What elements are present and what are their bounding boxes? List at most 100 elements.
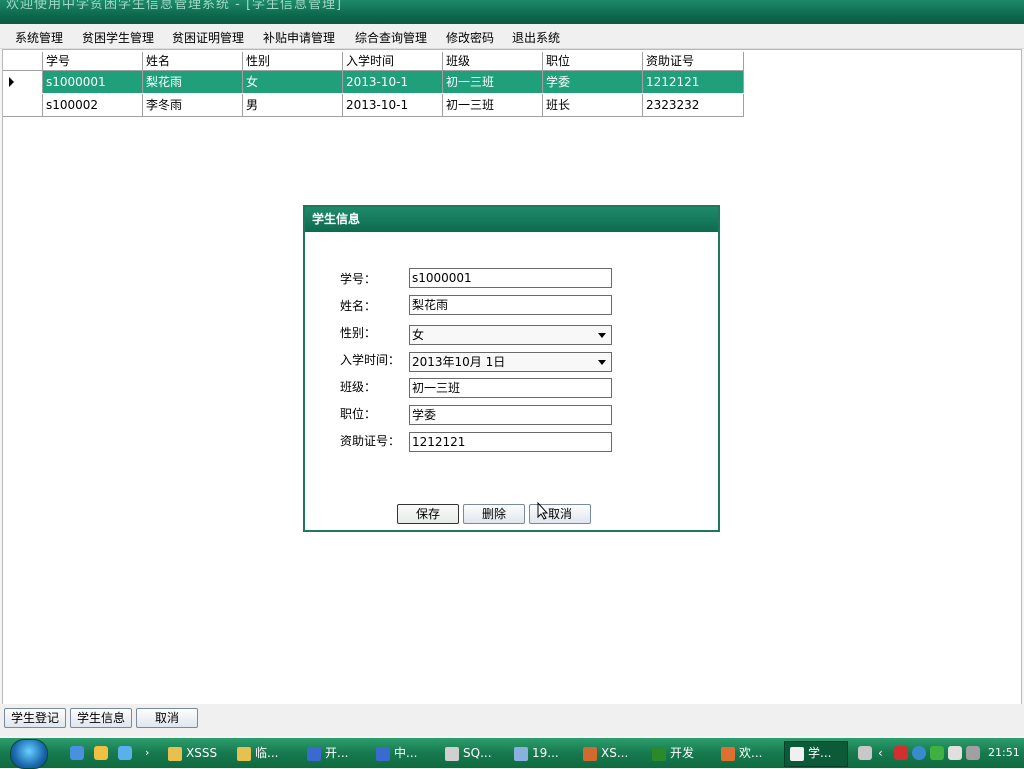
class-label: 班级： bbox=[340, 380, 377, 394]
taskbar-label: 19... bbox=[532, 746, 559, 760]
table-row[interactable]: s1000001 梨花雨 女 2013-10-1 初一三班 学委 1212121 bbox=[3, 71, 744, 93]
column-header[interactable]: 姓名 bbox=[143, 52, 243, 71]
table-cell[interactable]: 初一三班 bbox=[443, 71, 543, 93]
taskbar-item[interactable]: SQ... bbox=[445, 741, 492, 765]
column-header[interactable]: 职位 bbox=[543, 52, 643, 71]
app-icon bbox=[583, 746, 597, 761]
table-cell[interactable]: 2323232 bbox=[643, 94, 744, 116]
taskbar-item[interactable]: 欢... bbox=[721, 741, 762, 765]
menu-subsidy-application[interactable]: 补贴申请管理 bbox=[263, 29, 335, 46]
mouse-cursor-icon bbox=[537, 502, 549, 520]
menu-system[interactable]: 系统管理 bbox=[15, 29, 63, 46]
student-register-button[interactable]: 学生登记 bbox=[4, 708, 66, 728]
student-info-dialog: 学生信息 学号： s1000001 姓名： 梨花雨 性别： 女 入学时间： 20… bbox=[303, 205, 720, 532]
taskbar-label: SQ... bbox=[463, 746, 492, 760]
tree-icon bbox=[652, 746, 666, 761]
table-cell[interactable]: 班长 bbox=[543, 94, 643, 116]
tray-app-icon[interactable] bbox=[894, 746, 908, 760]
student-info-button[interactable]: 学生信息 bbox=[70, 708, 132, 728]
clock[interactable]: 21:51 bbox=[988, 741, 1020, 765]
menu-exit[interactable]: 退出系统 bbox=[512, 29, 560, 46]
gender-label: 性别： bbox=[340, 326, 377, 340]
table-cell[interactable]: 初一三班 bbox=[443, 94, 543, 116]
menu-query[interactable]: 综合查询管理 bbox=[355, 29, 427, 46]
window-app-icon bbox=[721, 746, 735, 761]
taskbar-item[interactable]: XSSS bbox=[168, 741, 217, 765]
student-id-label: 学号： bbox=[340, 272, 377, 286]
sql-icon bbox=[445, 746, 459, 761]
shield-icon[interactable] bbox=[930, 746, 944, 760]
quicklaunch-icon[interactable] bbox=[118, 746, 132, 760]
menu-poor-students[interactable]: 贫困学生管理 bbox=[82, 29, 154, 46]
table-cell[interactable]: 男 bbox=[243, 94, 343, 116]
save-button[interactable]: 保存 bbox=[397, 504, 459, 524]
taskbar-item[interactable]: XS... bbox=[583, 741, 628, 765]
taskbar-item[interactable]: 19... bbox=[514, 741, 559, 765]
word-icon bbox=[307, 746, 321, 761]
quicklaunch-expand-icon[interactable]: › bbox=[145, 741, 149, 765]
table-cell[interactable]: 2013-10-1 bbox=[343, 94, 443, 116]
table-cell[interactable]: 学委 bbox=[543, 71, 643, 93]
taskbar-item[interactable]: 开... bbox=[307, 741, 348, 765]
chevron-down-icon[interactable] bbox=[598, 333, 606, 338]
taskbar-item[interactable]: 中... bbox=[376, 741, 417, 765]
taskbar-label: 学... bbox=[808, 746, 832, 760]
table-cell[interactable]: s1000001 bbox=[43, 71, 143, 93]
word-icon bbox=[376, 746, 390, 761]
delete-button[interactable]: 删除 bbox=[463, 504, 525, 524]
menu-poverty-proof[interactable]: 贫困证明管理 bbox=[172, 29, 244, 46]
column-header[interactable]: 班级 bbox=[443, 52, 543, 71]
position-input[interactable]: 学委 bbox=[409, 405, 612, 425]
chevron-down-icon[interactable] bbox=[598, 360, 606, 365]
class-input[interactable]: 初一三班 bbox=[409, 378, 612, 398]
menu-change-password[interactable]: 修改密码 bbox=[446, 29, 494, 46]
tray-status-icon[interactable] bbox=[948, 746, 962, 760]
aid-number-label: 资助证号： bbox=[340, 434, 401, 448]
tray-expand-icon[interactable]: ‹ bbox=[878, 741, 883, 765]
window-titlebar: 欢迎使用中学贫困学生信息管理系统 - [学生信息管理] bbox=[0, 0, 1024, 24]
taskbar-label: 中... bbox=[394, 746, 418, 760]
row-selector[interactable] bbox=[3, 71, 43, 93]
enroll-date-label: 入学时间： bbox=[340, 353, 401, 367]
ie-icon[interactable] bbox=[70, 746, 84, 760]
volume-icon[interactable] bbox=[966, 746, 980, 760]
table-cell[interactable]: 2013-10-1 bbox=[343, 71, 443, 93]
window-app-icon bbox=[790, 746, 804, 761]
table-row[interactable]: s100002 李冬雨 男 2013-10-1 初一三班 班长 2323232 bbox=[3, 94, 744, 117]
gender-value: 女 bbox=[412, 328, 425, 342]
name-input[interactable]: 梨花雨 bbox=[409, 295, 612, 315]
bottom-cancel-button[interactable]: 取消 bbox=[136, 708, 198, 728]
enroll-date-picker[interactable]: 2013年10月 1日 bbox=[409, 352, 612, 372]
taskbar-item[interactable]: 学... bbox=[790, 741, 831, 765]
column-header[interactable]: 性别 bbox=[243, 52, 343, 71]
column-header[interactable]: 入学时间 bbox=[343, 52, 443, 71]
aid-number-value: 1212121 bbox=[412, 435, 466, 449]
table-cell[interactable]: 女 bbox=[243, 71, 343, 93]
student-id-input[interactable]: s1000001 bbox=[409, 268, 612, 288]
menu-bar: 系统管理 贫困学生管理 贫困证明管理 补贴申请管理 综合查询管理 修改密码 退出… bbox=[0, 24, 1024, 49]
table-cell[interactable]: s100002 bbox=[43, 94, 143, 116]
folder-icon bbox=[168, 746, 182, 761]
taskbar-label: 开发 bbox=[670, 746, 695, 760]
tray-network-icon[interactable] bbox=[912, 746, 926, 760]
taskbar: › XSSS 临... 开... 中... SQ... 19... XS... … bbox=[0, 738, 1024, 769]
grid-corner bbox=[3, 52, 43, 71]
table-cell[interactable]: 梨花雨 bbox=[143, 71, 243, 93]
taskbar-item[interactable]: 开发 bbox=[652, 741, 694, 765]
show-desktop-icon[interactable] bbox=[94, 746, 108, 760]
gender-select[interactable]: 女 bbox=[409, 325, 612, 345]
table-cell[interactable]: 李冬雨 bbox=[143, 94, 243, 116]
keyboard-icon[interactable] bbox=[858, 746, 872, 760]
row-selector[interactable] bbox=[3, 94, 43, 116]
taskbar-item[interactable]: 临... bbox=[237, 741, 278, 765]
aid-number-input[interactable]: 1212121 bbox=[409, 432, 612, 452]
column-header[interactable]: 资助证号 bbox=[643, 52, 744, 71]
column-header[interactable]: 学号 bbox=[43, 52, 143, 71]
position-value: 学委 bbox=[412, 408, 437, 422]
start-button[interactable] bbox=[10, 739, 48, 769]
current-row-arrow-icon bbox=[9, 77, 14, 87]
taskbar-label: 临... bbox=[255, 746, 279, 760]
window-title: 欢迎使用中学贫困学生信息管理系统 - [学生信息管理] bbox=[6, 0, 343, 12]
bottom-toolbar: 学生登记 学生信息 取消 bbox=[0, 704, 1024, 736]
table-cell[interactable]: 1212121 bbox=[643, 71, 744, 93]
